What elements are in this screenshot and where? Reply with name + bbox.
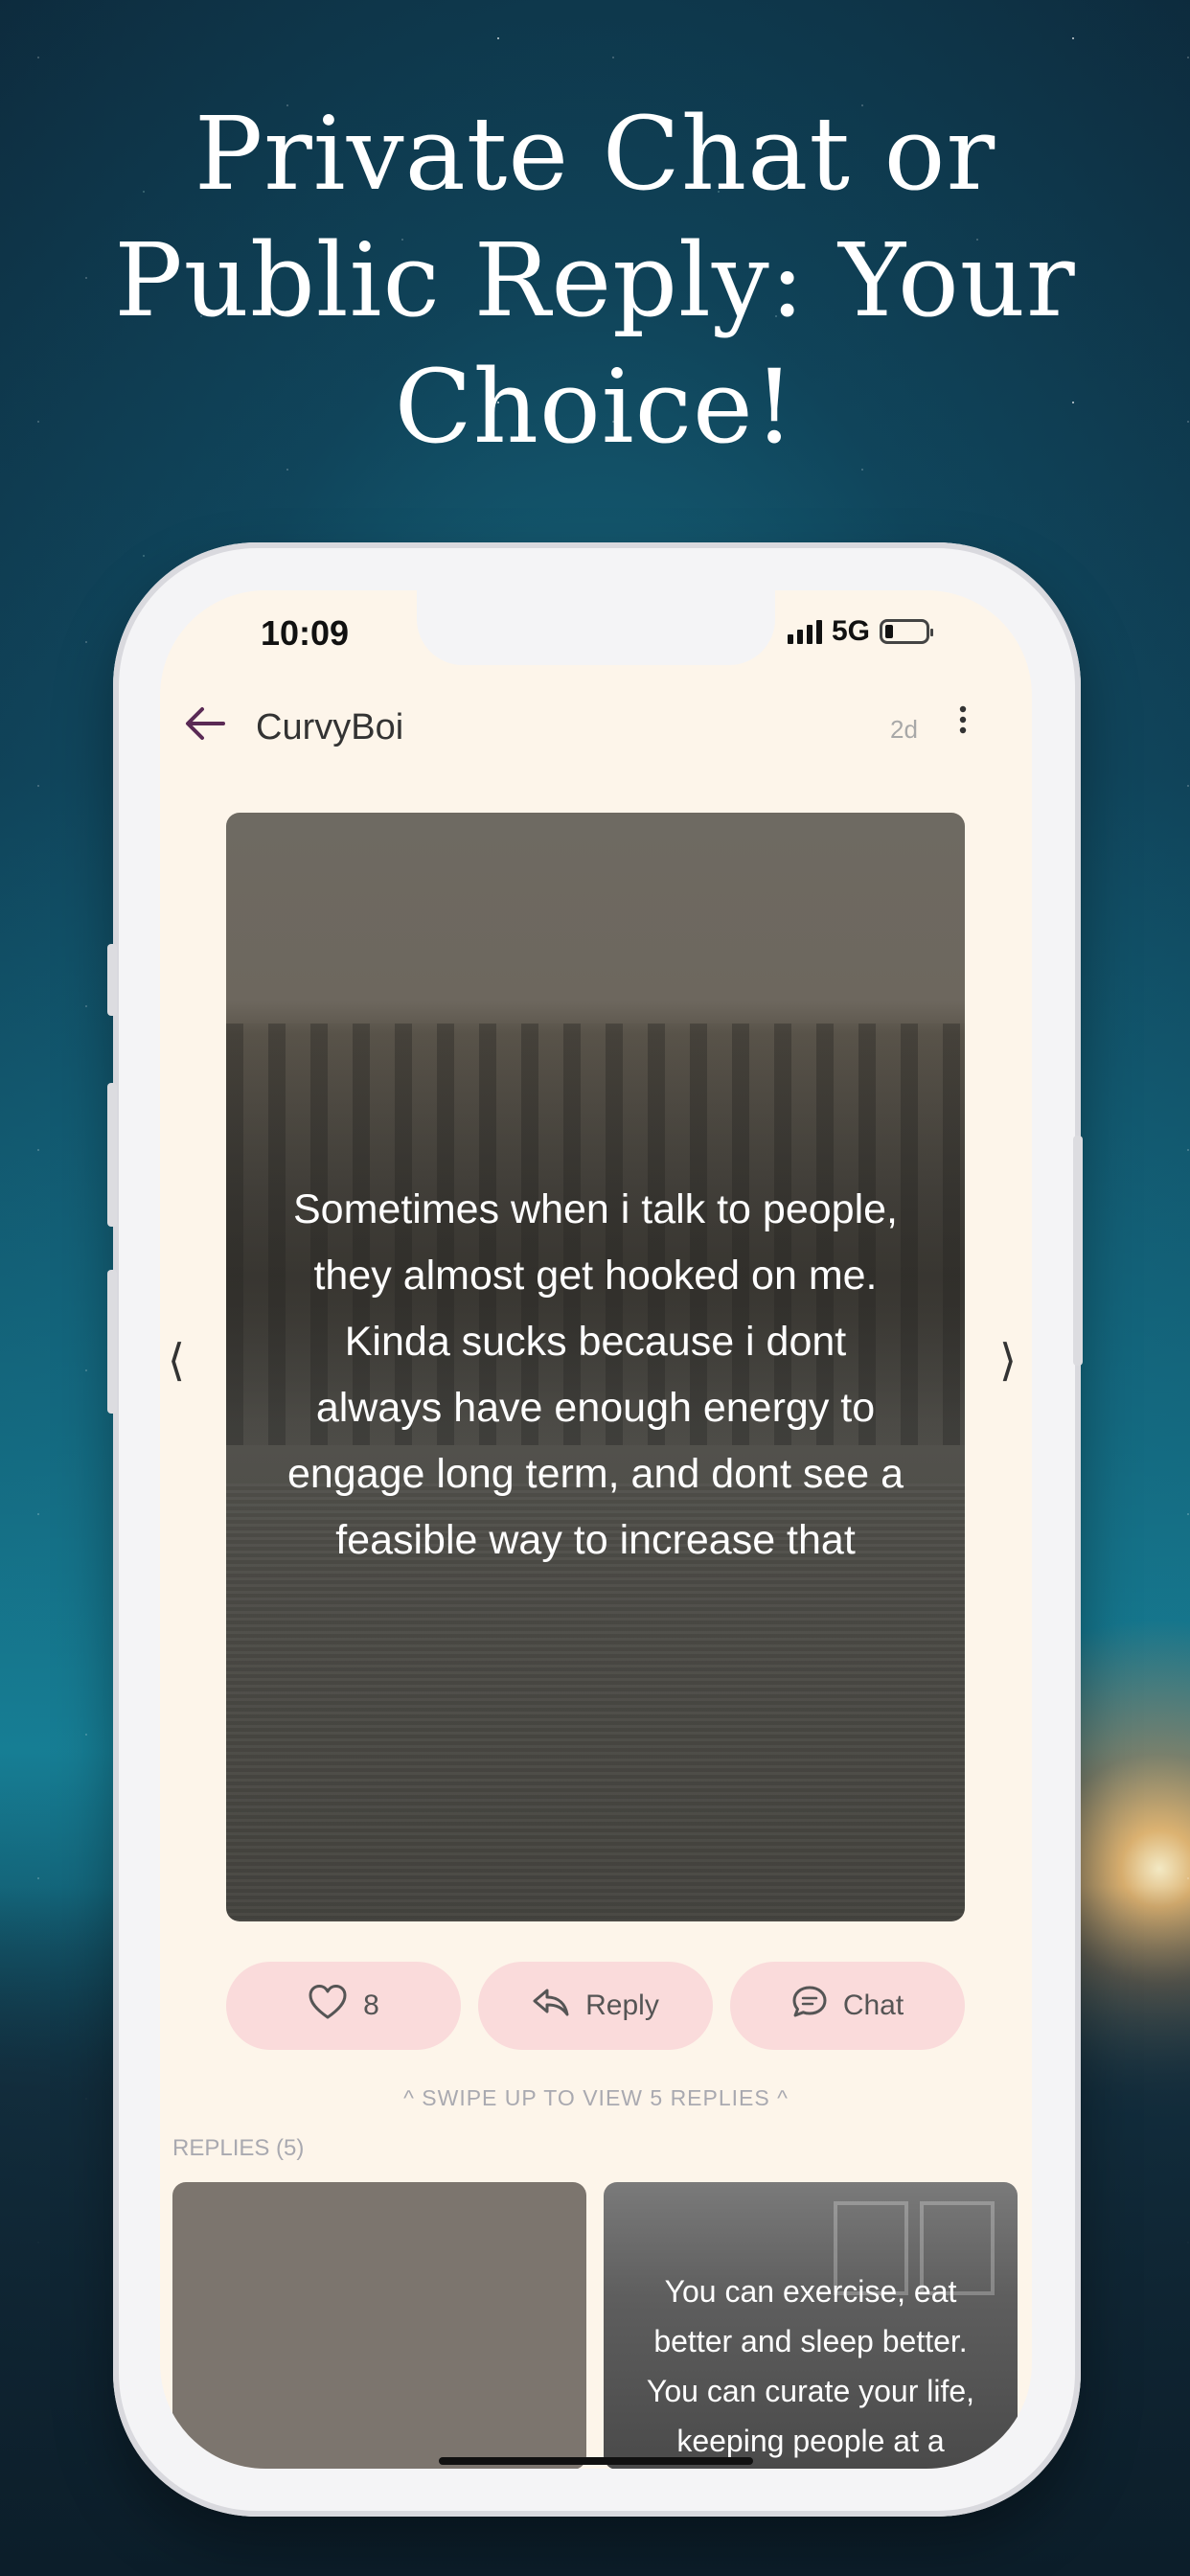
like-button[interactable]: 8 [226,1962,461,2050]
reply-arrow-icon [532,1987,570,2025]
headline-line: Private Chat or [194,95,996,213]
battery-icon [880,619,934,644]
reply-label: Reply [585,1990,659,2021]
previous-post-icon[interactable]: ⟨ [168,1334,185,1386]
post-text-line: engage long term, and dont see a [286,1451,904,1497]
arrow-left-icon[interactable] [185,703,225,751]
heart-icon [308,1984,348,2028]
post-text-line: feasible way to increase that [335,1517,856,1563]
like-count: 8 [363,1990,379,2021]
headline-line: Public Reply: Your [114,221,1076,339]
headline-line: Choice! [394,348,796,466]
reply-text-line: better and sleep better. [653,2324,968,2358]
post-actions: 8 Reply Chat [226,1962,965,2050]
phone-screen: 10:09 5G CurvyBoi 2d ⟨ ⟩ Sometimes when … [160,590,1032,2469]
post-author[interactable]: CurvyBoi [256,707,403,748]
network-type: 5G [832,615,871,647]
promo-headline: Private Chat or Public Reply: Your Choic… [0,91,1190,471]
post-header: CurvyBoi 2d [160,686,1032,763]
post-text-line: Kinda sucks because i dont [344,1319,847,1365]
post-text-line: they almost get hooked on me. [313,1253,878,1299]
chat-bubble-icon [791,1985,828,2027]
post-text-line: always have enough energy to [315,1385,876,1431]
reply-card[interactable] [172,2182,586,2469]
chat-button[interactable]: Chat [730,1962,965,2050]
signal-icon [788,619,822,644]
phone-volume-down [107,1270,117,1414]
notch [417,590,775,665]
swipe-up-hint: ^ SWIPE UP TO VIEW 5 REPLIES ^ [403,2085,789,2110]
status-time: 10:09 [261,613,350,653]
post-text: Sometimes when i talk to people, they al… [245,1177,946,1574]
status-indicators: 5G [788,615,934,648]
reply-button[interactable]: Reply [478,1962,713,2050]
reply-text-line: You can curate your life, [646,2374,975,2408]
post-age: 2d [890,715,918,744]
post-card[interactable]: Sometimes when i talk to people, they al… [226,813,965,1921]
replies-heading: REPLIES (5) [172,2135,305,2161]
more-vertical-icon[interactable] [958,703,968,745]
phone-power-button [1073,1136,1083,1366]
post-text-line: Sometimes when i talk to people, [293,1186,898,1232]
reply-text: You can exercise, eat better and sleep b… [621,2266,1000,2466]
reply-card[interactable]: You can exercise, eat better and sleep b… [604,2182,1018,2469]
phone-mute-switch [107,944,117,1016]
phone-volume-up [107,1083,117,1227]
next-post-icon[interactable]: ⟩ [999,1334,1017,1386]
home-indicator[interactable] [439,2457,753,2465]
reply-text-line: You can exercise, eat [664,2274,957,2309]
chat-label: Chat [842,1990,904,2021]
